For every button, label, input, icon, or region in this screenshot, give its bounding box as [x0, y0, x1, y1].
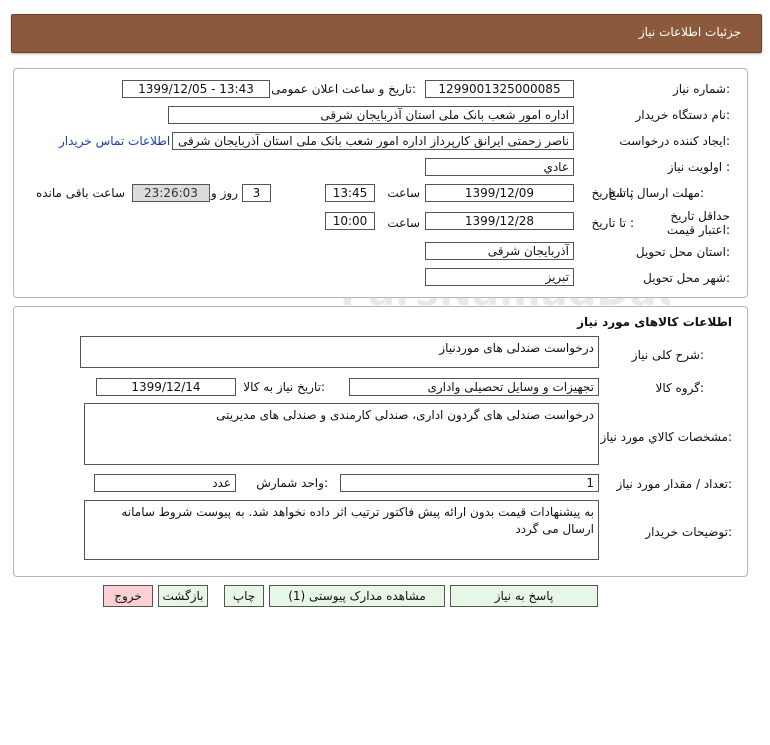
announce-datetime-label: تاریخ و ساعت اعلان عمومی:	[271, 82, 416, 96]
deadline-date-field: 1399/12/09	[425, 184, 574, 202]
province-label: استان محل تحویل:	[635, 245, 730, 259]
validity-until-label: تا تاریخ :	[591, 216, 634, 230]
unit-label: واحد شمارش:	[256, 476, 328, 490]
summary-label: شرح کلی نیاز:	[631, 348, 704, 362]
city-field: تبریز	[425, 268, 574, 286]
print-button[interactable]: چاپ	[224, 585, 264, 607]
validity-time-label: ساعت	[387, 216, 420, 230]
buyer-notes-field: به پیشنهادات قیمت بدون ارائه پیش فاکتور …	[84, 500, 599, 560]
attachments-button[interactable]: مشاهده مدارک پیوستی (1)	[269, 585, 445, 607]
need-date-field: 1399/12/14	[96, 378, 236, 396]
deadline-time-field: 13:45	[325, 184, 375, 202]
province-field: آذربایجان شرقی	[425, 242, 574, 260]
goods-section-title: اطلاعات کالاهای مورد نیاز	[577, 315, 732, 329]
announce-datetime-field: 1399/12/05 - 13:43	[122, 80, 270, 98]
unit-field: عدد	[94, 474, 236, 492]
buyer-notes-label: توضیحات خریدار:	[645, 525, 732, 539]
price-validity-label: حداقل تاریخ اعتبار قیمت:	[664, 209, 730, 237]
deadline-time-label: ساعت	[387, 186, 420, 200]
goods-group-label: گروه کالا:	[655, 381, 705, 395]
exit-button[interactable]: خروج	[103, 585, 153, 607]
page-title: جزئیات اطلاعات نیاز	[638, 25, 741, 39]
city-label: شهر محل تحویل:	[643, 271, 730, 285]
remaining-label: ساعت باقی مانده	[35, 186, 125, 200]
summary-field: درخواست صندلی های موردنیاز	[80, 336, 599, 368]
goods-group-field: تجهیزات و وسایل تحصیلی واداری	[349, 378, 599, 396]
remaining-days-field: 3	[242, 184, 271, 202]
quantity-field: 1	[340, 474, 599, 492]
quantity-label: تعداد / مقدار مورد نیاز:	[616, 477, 732, 491]
need-number-label: شماره نیاز:	[672, 82, 730, 96]
buyer-contact-link[interactable]: اطلاعات تماس خریدار	[59, 134, 170, 148]
specs-label: مشخصات کالاي مورد نياز:	[600, 430, 732, 444]
price-validity-label-text: حداقل تاریخ اعتبار قیمت:	[666, 209, 730, 237]
back-button[interactable]: بازگشت	[158, 585, 208, 607]
remaining-time-field: 23:26:03	[132, 184, 210, 202]
priority-label: اولویت نیاز :	[667, 160, 730, 174]
page-header: جزئیات اطلاعات نیاز	[11, 14, 762, 53]
specs-field: درخواست صندلی های گردون اداری، صندلی کار…	[84, 403, 599, 465]
reply-button[interactable]: پاسخ به نیاز	[450, 585, 598, 607]
validity-date-field: 1399/12/28	[425, 212, 574, 230]
need-number-field: 1299001325000085	[425, 80, 574, 98]
need-info-panel	[13, 68, 748, 298]
days-label: روز و	[211, 186, 238, 200]
buyer-org-field: اداره امور شعب بانک ملی استان آذربایجان …	[168, 106, 574, 124]
buyer-org-label: نام دستگاه خریدار:	[635, 108, 731, 122]
validity-time-field: 10:00	[325, 212, 375, 230]
priority-field: عادي	[425, 158, 574, 176]
deadline-until-label: تا تاریخ :	[591, 186, 634, 200]
need-date-label: تاریخ نیاز به کالا:	[243, 380, 325, 394]
creator-field: ناصر زحمتی ایرانق کارپرداز اداره امور شع…	[172, 132, 574, 150]
creator-label: ایجاد کننده درخواست:	[619, 134, 730, 148]
